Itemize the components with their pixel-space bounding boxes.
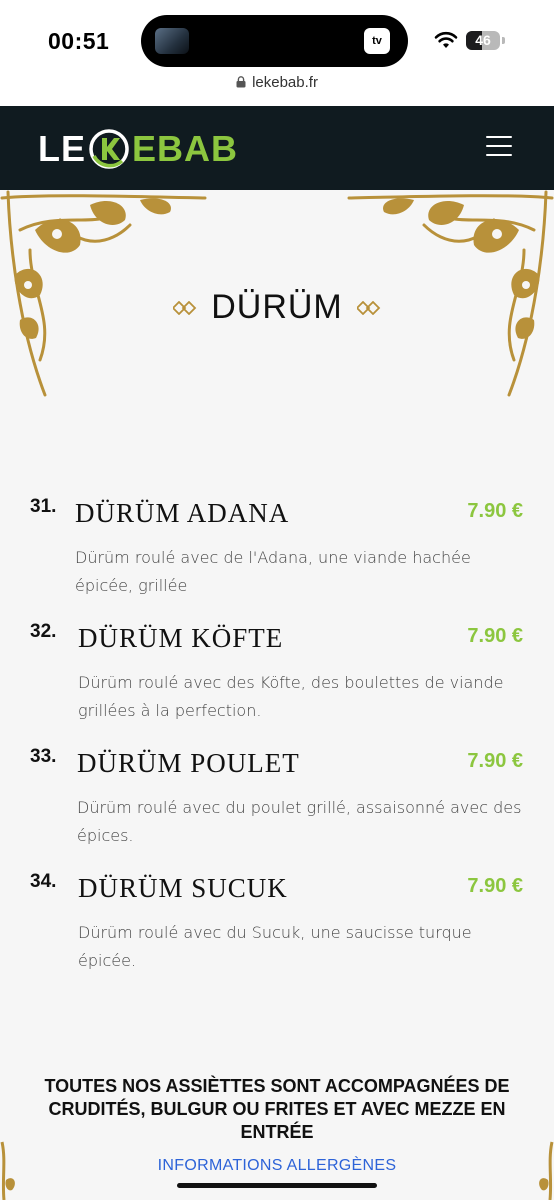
url-bar[interactable]: lekebab.fr [0,74,554,91]
item-description: Dürüm roulé avec des Köfte, des boulette… [78,673,504,720]
item-price: 7.90 € [467,625,523,647]
item-name: DÜRÜM ADANA [75,498,290,528]
battery-indicator: 46 [466,31,500,50]
lock-icon [236,76,246,88]
wifi-icon [434,31,458,48]
item-number: 34. [30,871,57,892]
item-price: 7.90 € [467,500,523,522]
section-heading: DÜRÜM [0,288,554,327]
status-bar: 00:51 tv 46 lekebab.fr [0,0,554,91]
home-indicator[interactable] [177,1183,377,1188]
allergen-info-link[interactable]: INFORMATIONS ALLERGÈNES [0,1157,554,1175]
site-logo[interactable]: LE K EBAB [38,128,238,170]
item-number: 32. [30,621,57,642]
item-description: Dürüm roulé avec du Sucuk, une saucisse … [78,923,472,970]
battery-level: 46 [475,32,491,48]
double-diamond-icon [356,300,381,315]
menu-item[interactable]: 32. DÜRÜM KÖFTE 7.90 € Dürüm roulé avec … [30,621,530,731]
hamburger-menu-icon[interactable] [486,136,512,158]
item-description: Dürüm roulé avec de l'Adana, une viande … [75,548,471,595]
item-number: 31. [30,496,57,517]
logo-text-right: EBAB [132,128,239,169]
item-name: DÜRÜM POULET [77,748,300,778]
side-dish-notice: TOUTES NOS ASSIÈTTES SONT ACCOMPAGNÉES D… [44,1076,510,1142]
item-number: 33. [30,746,57,767]
menu-item[interactable]: 31. DÜRÜM ADANA 7.90 € Dürüm roulé avec … [30,496,530,606]
item-name: DÜRÜM SUCUK [78,873,288,903]
battery-tip [502,37,505,44]
now-playing-thumbnail [155,28,189,54]
item-description: Dürüm roulé avec du poulet grillé, assai… [77,798,522,845]
menu-item[interactable]: 33. DÜRÜM POULET 7.90 € Dürüm roulé avec… [30,746,530,856]
menu-item[interactable]: 34. DÜRÜM SUCUK 7.90 € Dürüm roulé avec … [30,871,530,981]
item-name: DÜRÜM KÖFTE [78,623,284,653]
logo-k-icon: K [89,129,129,169]
status-time: 00:51 [48,28,110,54]
section-title: DÜRÜM [211,288,343,326]
item-price: 7.90 € [467,750,523,772]
menu-section: DÜRÜM 31. DÜRÜM ADANA 7.90 € Dürüm roulé… [0,190,554,1200]
double-diamond-icon [173,300,197,315]
dynamic-island[interactable]: tv [141,15,408,67]
apple-tv-icon: tv [364,28,390,54]
url-text: lekebab.fr [252,74,318,91]
site-header: LE K EBAB [0,106,554,190]
item-price: 7.90 € [467,875,523,897]
logo-text-left: LE [38,128,87,169]
